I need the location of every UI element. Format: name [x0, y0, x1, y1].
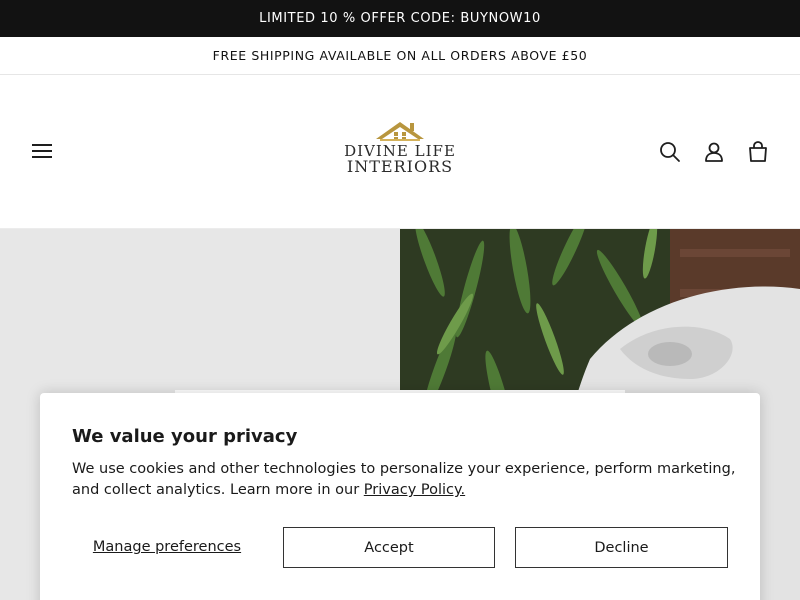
logo-text-line2: INTERIORS: [346, 157, 454, 176]
decline-button[interactable]: Decline: [515, 527, 728, 568]
announcement-text: LIMITED 10 % OFFER CODE: BUYNOW10: [259, 11, 541, 26]
cookie-consent-banner: We value your privacy We use cookies and…: [40, 393, 760, 600]
announcement-bar: LIMITED 10 % OFFER CODE: BUYNOW10: [0, 0, 800, 37]
manage-preferences-button[interactable]: Manage preferences: [72, 527, 262, 567]
account-icon[interactable]: [701, 139, 727, 165]
site-logo[interactable]: DIVINE LIFE INTERIORS: [335, 120, 465, 184]
cart-icon[interactable]: [745, 139, 771, 165]
site-header: DIVINE LIFE INTERIORS: [0, 76, 800, 229]
cookie-title: We value your privacy: [72, 426, 298, 447]
menu-icon[interactable]: [30, 140, 54, 164]
privacy-policy-link[interactable]: Privacy Policy.: [364, 482, 465, 498]
cookie-description: We use cookies and other technologies to…: [72, 459, 737, 501]
search-icon[interactable]: [657, 139, 683, 165]
shipping-announcement-text: FREE SHIPPING AVAILABLE ON ALL ORDERS AB…: [212, 48, 588, 63]
accept-button[interactable]: Accept: [283, 527, 495, 568]
house-logo-icon: [376, 122, 424, 141]
shipping-announcement-bar: FREE SHIPPING AVAILABLE ON ALL ORDERS AB…: [0, 37, 800, 75]
